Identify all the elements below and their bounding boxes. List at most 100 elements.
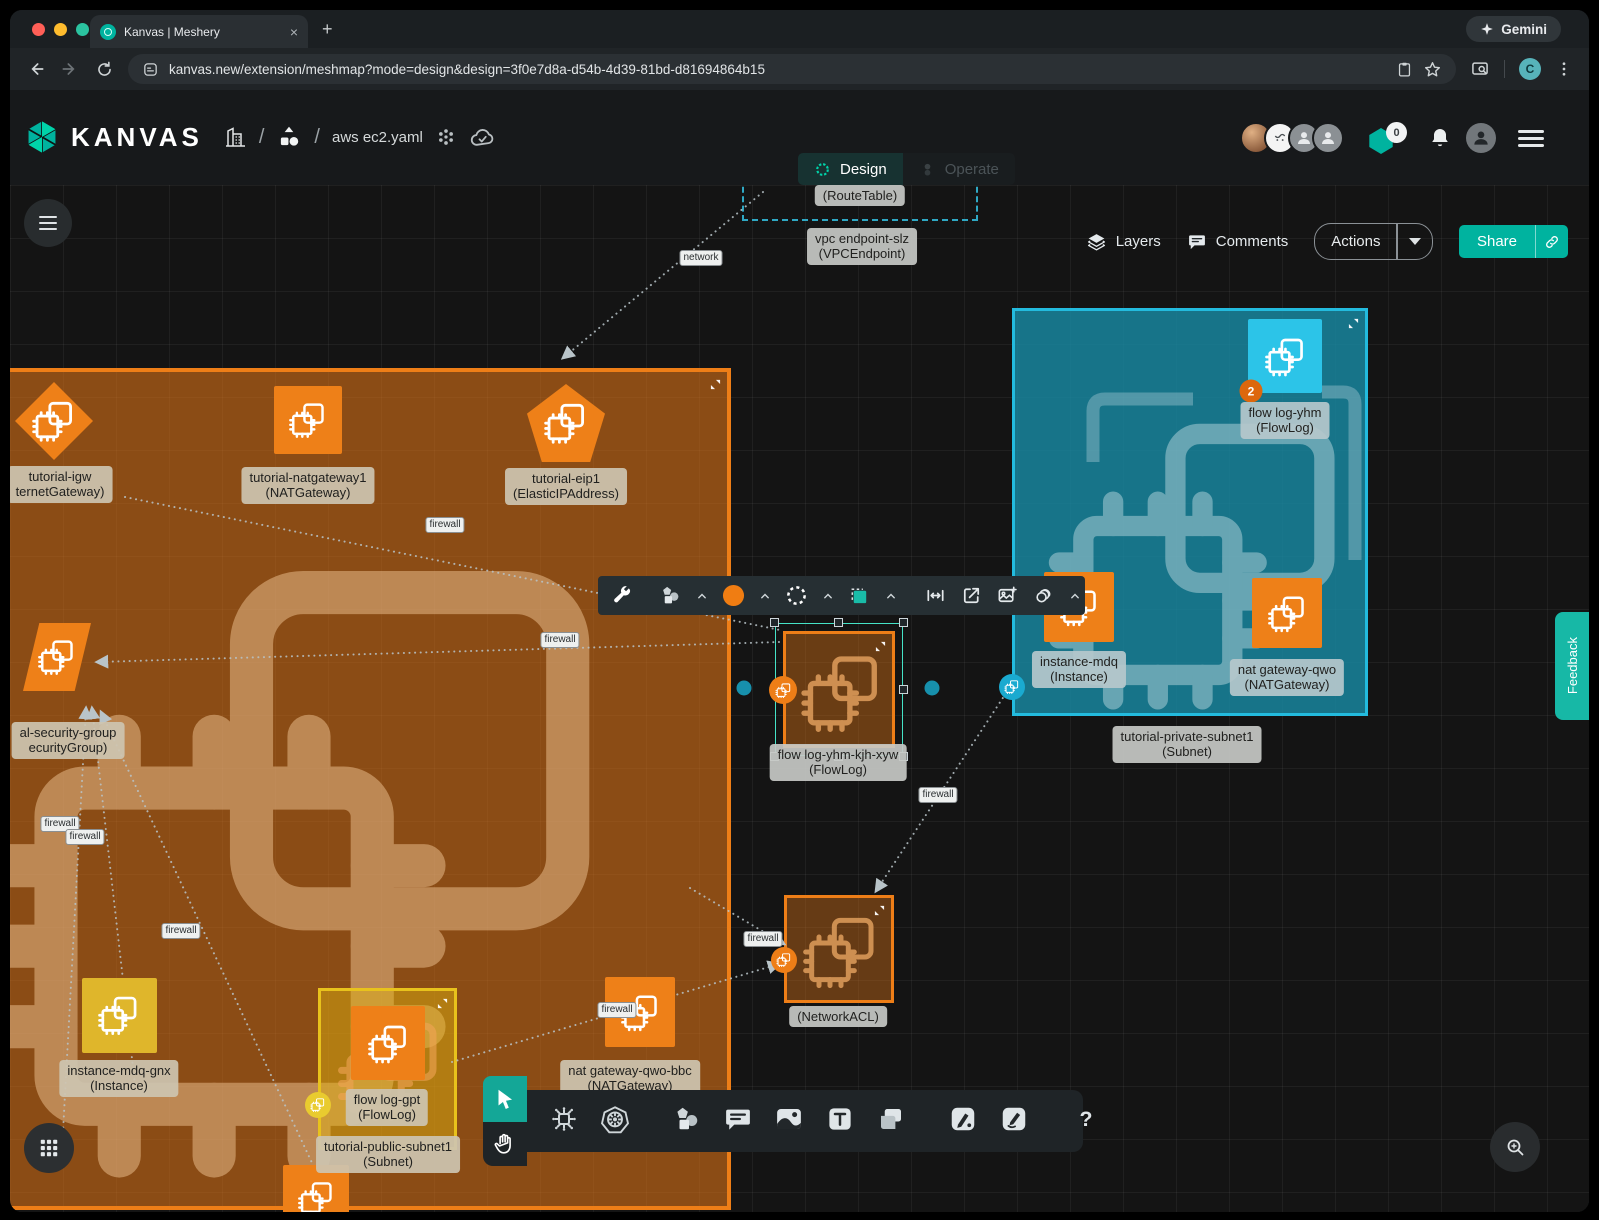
workspace-shapes-icon[interactable] xyxy=(276,124,302,150)
export-icon xyxy=(960,584,983,607)
collaborator-avatar[interactable] xyxy=(1312,122,1344,154)
maximize-window-button[interactable] xyxy=(76,23,89,36)
cloud-sync-icon[interactable] xyxy=(469,124,496,151)
help-tool-button[interactable]: ? xyxy=(1071,1104,1101,1139)
chevron-tool-button[interactable] xyxy=(1068,589,1082,603)
tab-operate[interactable]: Operate xyxy=(903,153,1015,185)
comments-icon xyxy=(1187,232,1207,252)
feedback-tab[interactable]: Feedback xyxy=(1555,612,1589,720)
close-window-button[interactable] xyxy=(32,23,45,36)
meshery-favicon xyxy=(100,24,116,40)
chevron-tool-button[interactable] xyxy=(758,589,772,603)
tab-close-icon[interactable]: × xyxy=(290,24,298,40)
edge-label: firewall xyxy=(540,632,579,648)
security-group-label: al-security-groupecurityGroup) xyxy=(12,722,125,759)
orange-dot-tool-button[interactable] xyxy=(722,584,745,607)
extension-icon[interactable] xyxy=(435,126,457,148)
circuit-icon xyxy=(549,1104,579,1134)
comments-label: Comments xyxy=(1216,233,1289,250)
chevron-tool-button[interactable] xyxy=(695,589,709,603)
organization-icon[interactable] xyxy=(223,125,247,149)
minimize-window-button[interactable] xyxy=(54,23,67,36)
app-logo-text[interactable]: KANVAS xyxy=(71,122,203,153)
collaborator-avatars[interactable] xyxy=(1240,122,1344,154)
kanvas-logo-icon[interactable] xyxy=(25,120,59,154)
session-count-badge: 0 xyxy=(1386,122,1407,143)
select-tool-button[interactable] xyxy=(483,1076,527,1122)
shapes-tool-button[interactable] xyxy=(672,1104,702,1139)
bookmark-star-icon[interactable] xyxy=(1423,60,1442,79)
teal-square-tool-button[interactable] xyxy=(848,584,871,607)
dock-apps-button[interactable] xyxy=(24,1123,74,1173)
operate-mode-icon xyxy=(919,161,936,178)
tab-design[interactable]: Design xyxy=(798,153,903,185)
feedback-label: Feedback xyxy=(1565,637,1580,694)
pencil-tool-button[interactable] xyxy=(999,1104,1029,1139)
url-field[interactable]: kanvas.new/extension/meshmap?mode=design… xyxy=(128,54,1456,84)
design-canvas[interactable]: 2 (RouteTable)vpc endpoint-slz(VPCEndpoi… xyxy=(10,185,1589,1212)
design-filename[interactable]: aws ec2.yaml xyxy=(332,129,423,146)
shapes-icon xyxy=(672,1104,702,1134)
dashed-circle-tool-button[interactable] xyxy=(785,584,808,607)
wrench-tool-button[interactable] xyxy=(610,584,633,607)
session-badge[interactable]: 0 xyxy=(1368,120,1414,156)
kubernetes-tool-button[interactable] xyxy=(600,1104,630,1139)
actions-dropdown-button[interactable] xyxy=(1398,238,1432,245)
actions-button[interactable]: Actions xyxy=(1314,223,1433,260)
divider xyxy=(1504,60,1505,78)
chevron-tool-button[interactable] xyxy=(821,589,835,603)
browser-titlebar: Kanvas | Meshery × + Gemini xyxy=(10,10,1589,48)
site-info-icon[interactable] xyxy=(142,61,159,78)
notifications-bell-icon[interactable] xyxy=(1428,126,1452,150)
layers-icon xyxy=(1086,231,1107,252)
tab-search-icon[interactable] xyxy=(1470,59,1490,79)
layers-button[interactable]: Layers xyxy=(1086,231,1161,252)
share-button[interactable]: Share xyxy=(1459,225,1568,258)
grid-dots-icon xyxy=(38,1137,60,1159)
comments-button[interactable]: Comments xyxy=(1187,232,1289,252)
text-icon xyxy=(825,1104,855,1134)
chevron-tool-button[interactable] xyxy=(884,589,898,603)
stack-tool-button[interactable] xyxy=(1032,584,1055,607)
edge-label: firewall xyxy=(161,923,200,939)
comment-tool-button[interactable] xyxy=(723,1104,753,1139)
image-add-tool-button[interactable] xyxy=(996,584,1019,607)
note-tool-button[interactable] xyxy=(876,1104,906,1139)
shapes-tool-button[interactable] xyxy=(659,584,682,607)
new-tab-button[interactable]: + xyxy=(322,20,333,38)
share-link-button[interactable] xyxy=(1536,234,1568,250)
user-avatar-button[interactable] xyxy=(1466,123,1496,153)
kanvas-app: KANVAS / / aws ec2.yaml xyxy=(10,90,1589,1212)
browser-tab[interactable]: Kanvas | Meshery × xyxy=(90,15,308,48)
canvas-menu-button[interactable] xyxy=(24,199,72,247)
app-menu-icon[interactable] xyxy=(1518,130,1544,147)
browser-menu-icon[interactable] xyxy=(1555,60,1573,78)
browser-urlbar: kanvas.new/extension/meshmap?mode=design… xyxy=(10,48,1589,90)
orange-dot-icon xyxy=(722,584,745,607)
comment-icon xyxy=(723,1104,753,1134)
screen: Kanvas | Meshery × + Gemini kanvas.new/e… xyxy=(0,0,1599,1220)
flowlog-yhm-label: flow log-yhm(FlowLog) xyxy=(1241,402,1330,439)
link-icon xyxy=(1544,234,1560,250)
gemini-button[interactable]: Gemini xyxy=(1466,16,1561,42)
resize-tool-button[interactable] xyxy=(924,584,947,607)
edge-label: firewall xyxy=(597,1002,636,1018)
export-tool-button[interactable] xyxy=(960,584,983,607)
breadcrumb-separator: / xyxy=(259,126,265,149)
chevron-down-icon xyxy=(1409,238,1421,245)
image-tool-button[interactable] xyxy=(774,1104,804,1139)
dashed-circle-icon xyxy=(785,584,808,607)
circuit-tool-button[interactable] xyxy=(549,1104,579,1139)
network-acl-label: (NetworkACL) xyxy=(789,1006,887,1027)
text-tool-button[interactable] xyxy=(825,1104,855,1139)
pen-tool-button[interactable] xyxy=(948,1104,978,1139)
pan-tool-button[interactable] xyxy=(483,1122,527,1166)
kubernetes-icon xyxy=(600,1104,630,1134)
browser-profile-avatar[interactable]: C xyxy=(1519,58,1541,80)
back-button[interactable] xyxy=(26,59,46,79)
reload-button[interactable] xyxy=(94,59,114,79)
url-text[interactable]: kanvas.new/extension/meshmap?mode=design… xyxy=(169,62,1386,77)
zoom-search-button[interactable] xyxy=(1490,1122,1540,1172)
save-icon[interactable] xyxy=(1396,61,1413,78)
forward-button[interactable] xyxy=(60,59,80,79)
